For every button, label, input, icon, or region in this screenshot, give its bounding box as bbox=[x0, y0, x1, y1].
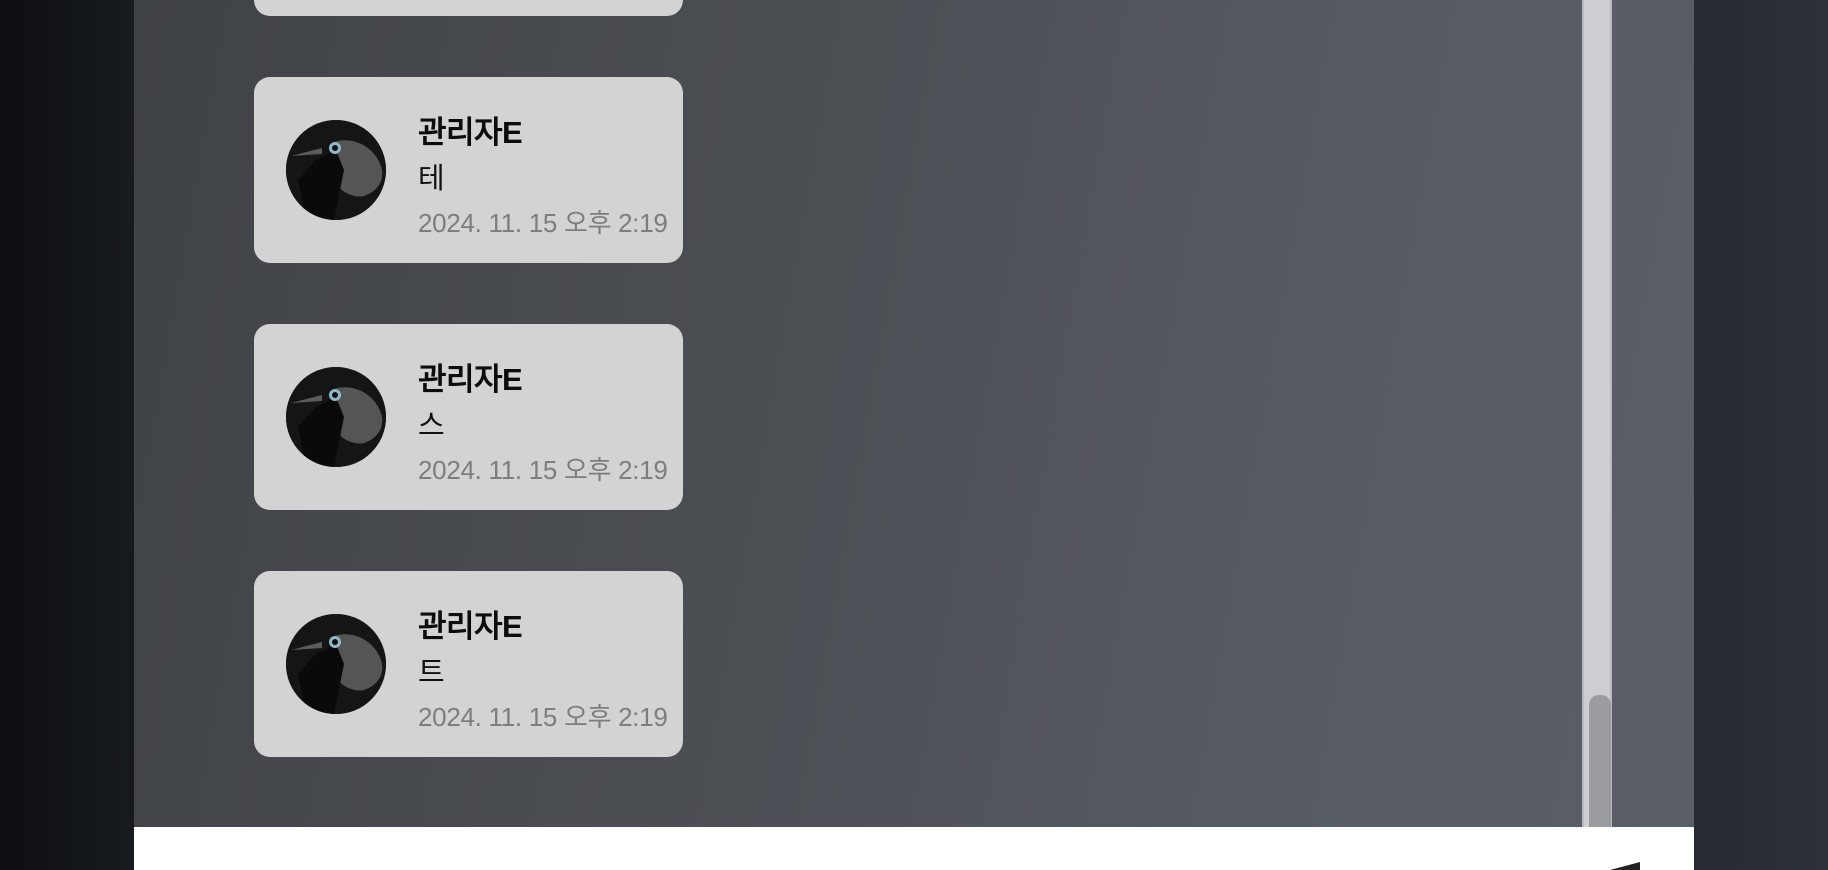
avatar[interactable] bbox=[286, 367, 386, 467]
message-card bbox=[254, 0, 683, 16]
magpie-bird-icon bbox=[286, 367, 386, 467]
send-icon[interactable] bbox=[1610, 862, 1642, 870]
message-card: 관리자E 트 2024. 11. 15 오후 2:19 bbox=[254, 571, 683, 757]
avatar[interactable] bbox=[286, 120, 386, 220]
scrollbar-thumb[interactable] bbox=[1589, 695, 1611, 827]
message-text: 테 bbox=[418, 163, 445, 195]
message-text: 스 bbox=[418, 410, 445, 442]
message-author: 관리자E bbox=[418, 362, 523, 397]
message-author: 관리자E bbox=[418, 115, 523, 150]
chat-panel: 관리자E 테 2024. 11. 15 오후 2:19 관리자E 스 2024.… bbox=[134, 0, 1694, 827]
message-author: 관리자E bbox=[418, 609, 523, 644]
message-timestamp: 2024. 11. 15 오후 2:19 bbox=[418, 208, 668, 238]
magpie-bird-icon bbox=[286, 614, 386, 714]
message-card: 관리자E 스 2024. 11. 15 오후 2:19 bbox=[254, 324, 683, 510]
avatar[interactable] bbox=[286, 614, 386, 714]
message-card: 관리자E 테 2024. 11. 15 오후 2:19 bbox=[254, 77, 683, 263]
message-input-bar[interactable] bbox=[134, 827, 1694, 870]
magpie-bird-icon bbox=[286, 120, 386, 220]
page-background-left bbox=[0, 0, 134, 870]
message-timestamp: 2024. 11. 15 오후 2:19 bbox=[418, 702, 668, 732]
message-list[interactable]: 관리자E 테 2024. 11. 15 오후 2:19 관리자E 스 2024.… bbox=[134, 0, 1582, 827]
message-text: 트 bbox=[418, 657, 445, 689]
page-background-right bbox=[1694, 0, 1828, 870]
message-timestamp: 2024. 11. 15 오후 2:19 bbox=[418, 455, 668, 485]
